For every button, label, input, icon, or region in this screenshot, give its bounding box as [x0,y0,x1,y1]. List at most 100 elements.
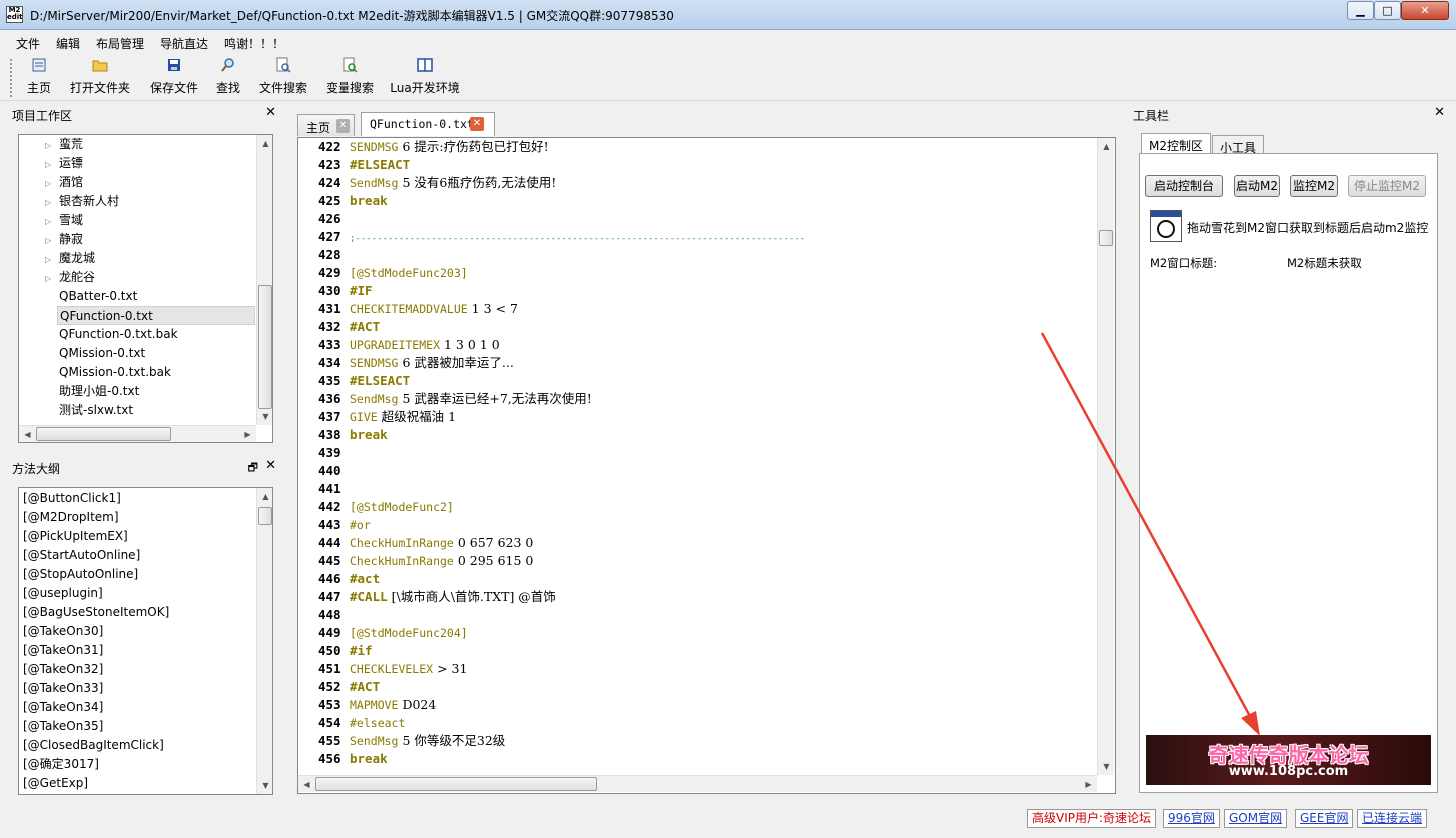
outline-item[interactable]: [@TakeOn30] [23,622,103,641]
scroll-thumb[interactable] [258,507,272,525]
editor-vscrollbar[interactable]: ▲ ▼ [1097,138,1114,775]
outline-item[interactable]: [@TakeOn34] [23,698,103,717]
expand-arrow-icon[interactable]: ▷ [45,231,59,250]
expand-arrow-icon[interactable]: ▷ [45,136,59,155]
home-button[interactable]: 主页 [24,57,54,99]
forum-banner[interactable]: 奇速传奇版本论坛 www.108pc.com [1146,735,1431,785]
outline-item[interactable]: [@StartAutoOnline] [23,546,140,565]
scroll-up-icon[interactable]: ▲ [1098,138,1115,155]
editor-hscrollbar[interactable]: ◀ ▶ [298,775,1097,792]
stop-monitor-m2-button[interactable]: 停止监控M2 [1348,175,1426,197]
project-vscrollbar[interactable]: ▲ ▼ [256,135,272,425]
outline-item[interactable]: [@PickUpItemEX] [23,527,128,546]
outline-item[interactable]: [@ClosedBagItemClick] [23,736,164,755]
scroll-thumb[interactable] [36,427,171,441]
tree-folder[interactable]: ▷ 银杏新人村 [45,192,119,211]
find-button[interactable]: 查找 [214,57,242,99]
tree-file[interactable]: QBatter-0.txt [59,287,137,306]
scroll-up-icon[interactable]: ▲ [257,488,272,505]
expand-arrow-icon[interactable]: ▷ [45,174,59,193]
tree-folder[interactable]: ▷ 蛮荒 [45,135,83,154]
project-hscrollbar[interactable]: ◀ ▶ [19,425,256,442]
tree-folder[interactable]: ▷ 龙舵谷 [45,268,95,287]
start-m2-button[interactable]: 启动M2 [1234,175,1280,197]
tree-folder-label: 运镖 [59,156,84,170]
tree-file[interactable]: 助理小姐-0.txt [59,382,139,401]
minimize-button[interactable]: ▁ [1347,1,1374,20]
outline-item[interactable]: [@TakeOn33] [23,679,103,698]
outline-item[interactable]: [@GetExp] [23,774,88,793]
start-console-button[interactable]: 启动控制台 [1145,175,1223,197]
menu-layout[interactable]: 布局管理 [96,35,144,52]
tree-folder[interactable]: ▷ 酒馆 [45,173,83,192]
window-finder-icon[interactable] [1150,210,1182,242]
link-996-official[interactable]: 996官网 [1163,809,1220,828]
tab-small-tools[interactable]: 小工具 [1212,135,1265,155]
tree-folder[interactable]: ▷ 运镖 [45,154,83,173]
expand-arrow-icon[interactable]: ▷ [45,155,59,174]
expand-arrow-icon[interactable]: ▷ [45,250,59,269]
tree-file-selected[interactable]: QFunction-0.txt [57,306,255,325]
tree-file[interactable]: QMission-0.txt.bak [59,363,171,382]
finder-titlebar [1151,211,1181,217]
open-folder-button[interactable]: 打开文件夹 [68,57,132,99]
scroll-thumb[interactable] [315,777,597,791]
scroll-right-icon[interactable]: ▶ [1080,776,1097,793]
outline-item[interactable]: [@确定3017] [23,755,99,774]
tab-home[interactable]: 主页 ✕ [297,114,355,136]
outline-item[interactable]: [@TakeOn35] [23,717,103,736]
lua-env-button[interactable]: Lua开发环境 [390,57,460,99]
close-icon[interactable]: ✕ [265,105,276,120]
tree-folder[interactable]: ▷ 静寂 [45,230,83,249]
scroll-thumb[interactable] [258,285,272,409]
outline-item[interactable]: [@TakeOn32] [23,660,103,679]
outline-item[interactable]: [@ButtonClick1] [23,489,121,508]
outline-item[interactable]: [@useplugin] [23,584,103,603]
menu-file[interactable]: 文件 [16,35,40,52]
scroll-up-icon[interactable]: ▲ [257,135,272,152]
toolbar-grip[interactable] [10,59,14,97]
save-file-button[interactable]: 保存文件 [148,57,200,99]
tree-file[interactable]: QMission-0.txt [59,344,145,363]
scroll-right-icon[interactable]: ▶ [239,426,256,442]
close-tab-icon[interactable]: ✕ [470,117,484,131]
scroll-left-icon[interactable]: ◀ [298,776,315,793]
outline-item[interactable]: [@StopAutoOnline] [23,565,138,584]
menu-thanks[interactable]: 鸣谢！！！ [224,35,284,52]
code-editor[interactable]: 422 SENDMSG 6 提示:疗伤药包已打包好! 423 #ELSEACT 424 S… [297,137,1116,794]
tree-file[interactable]: QFunction-0.txt.bak [59,325,178,344]
monitor-m2-button[interactable]: 监控M2 [1290,175,1338,197]
close-icon[interactable]: ✕ [265,458,276,473]
outline-item[interactable]: [@TakeOn31] [23,641,103,660]
expand-arrow-icon[interactable]: ▷ [45,269,59,288]
menu-edit[interactable]: 编辑 [56,35,80,52]
cloud-connected-status[interactable]: 已连接云端 [1357,809,1428,828]
float-panel-icon[interactable]: 🗗 [248,459,258,478]
close-icon[interactable]: ✕ [1434,105,1445,120]
home-label: 主页 [26,81,51,95]
scroll-down-icon[interactable]: ▼ [1098,758,1115,775]
expand-arrow-icon[interactable]: ▷ [45,193,59,212]
scroll-down-icon[interactable]: ▼ [257,777,272,794]
file-search-button[interactable]: 文件搜索 [258,57,308,99]
maximize-button[interactable]: □ [1374,1,1401,20]
tab-m2-control[interactable]: M2控制区 [1141,133,1211,155]
code-keyword: [@StdModeFunc203] [350,266,468,280]
close-window-button[interactable]: ✕ [1401,1,1449,20]
outline-item[interactable]: [@M2DropItem] [23,508,119,527]
link-gee-official[interactable]: GEE官网 [1295,809,1354,828]
scroll-thumb[interactable] [1099,230,1113,246]
expand-arrow-icon[interactable]: ▷ [45,212,59,231]
outline-item[interactable]: [@BagUseStoneItemOK] [23,603,169,622]
link-gom-official[interactable]: GOM官网 [1224,809,1288,828]
tree-file[interactable]: 测试-slxw.txt [59,401,133,420]
scroll-down-icon[interactable]: ▼ [257,408,272,425]
variable-search-button[interactable]: 变量搜索 [324,57,376,99]
scroll-left-icon[interactable]: ◀ [19,426,36,442]
tree-folder[interactable]: ▷ 魔龙城 [45,249,95,268]
menu-navigate[interactable]: 导航直达 [160,35,208,52]
close-tab-icon[interactable]: ✕ [336,119,350,133]
tab-qfunction[interactable]: QFunction-0.txt ✕ [361,112,495,136]
tree-folder[interactable]: ▷ 雪域 [45,211,83,230]
outline-vscrollbar[interactable]: ▲ ▼ [256,488,272,794]
